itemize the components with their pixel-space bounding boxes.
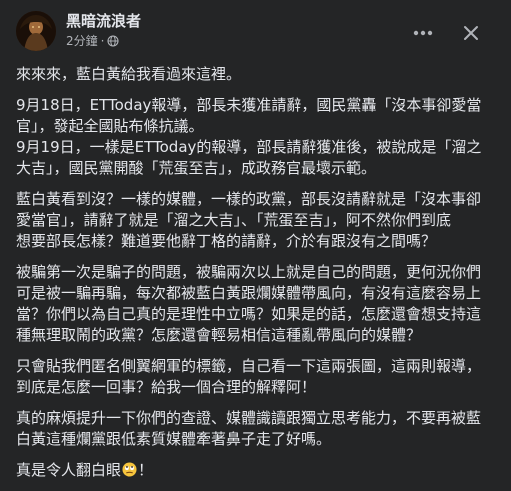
post-time[interactable]: 2分鐘 — [66, 33, 98, 49]
meta-separator: · — [100, 34, 105, 48]
close-button[interactable] — [456, 18, 486, 48]
post-paragraph: 只會貼我們匿名側翼網軍的標籤，自己看一下這兩張圖，這兩則報導， 到底是怎麼一回事… — [16, 357, 482, 396]
author-name[interactable]: 黑暗流浪者 — [66, 11, 141, 31]
post-paragraph: 真的麻煩提升一下你們的查證、媒體識讀跟獨立思考能力，不要再被藍 白黃這種爛黨跟低… — [16, 409, 482, 448]
post-paragraph: 被騙第一次是騙子的問題，被騙兩次以上就是自己的問題，更何況你們 可是被一騙再騙，… — [16, 263, 482, 344]
closing-punctuation: ！ — [138, 461, 154, 479]
more-options-button[interactable] — [408, 18, 438, 48]
close-icon — [464, 26, 478, 40]
post-header: 黑暗流浪者 2分鐘 · — [0, 0, 511, 64]
post-paragraph: 來來來，藍白黃給我看過來這裡。 — [16, 65, 242, 83]
closing-text: 真是令人翻白眼 — [16, 461, 122, 479]
post-meta: 2分鐘 · — [66, 33, 120, 49]
post-paragraph: 9月19日，一樣是ETToday的報導，部長請辭獲准後，被說成是「溜之 大吉」，… — [16, 138, 482, 177]
closing-line: 真是令人翻白眼 ！ — [16, 460, 498, 481]
post-body: 來來來，藍白黃給我看過來這裡。 9月18日，ETToday報導，部長未獲准請辭，… — [16, 64, 498, 491]
post-paragraph: 9月18日，ETToday報導，部長未獲准請辭，國民黨轟「沒本事卻愛當 官」，發… — [16, 96, 482, 135]
post-dialog: 黑暗流浪者 2分鐘 · 來來來，藍白黃給我看過來這裡。 9月18日，ETToda… — [0, 0, 511, 479]
more-horizontal-icon — [413, 30, 433, 36]
eye-roll-emoji-icon — [122, 462, 137, 477]
avatar[interactable] — [16, 11, 56, 51]
post-paragraph: 藍白黃看到沒？一樣的媒體，一樣的政黨，部長沒請辭就是「沒本事卻 愛當官」，請辭了… — [16, 190, 482, 250]
globe-icon[interactable] — [107, 35, 120, 47]
